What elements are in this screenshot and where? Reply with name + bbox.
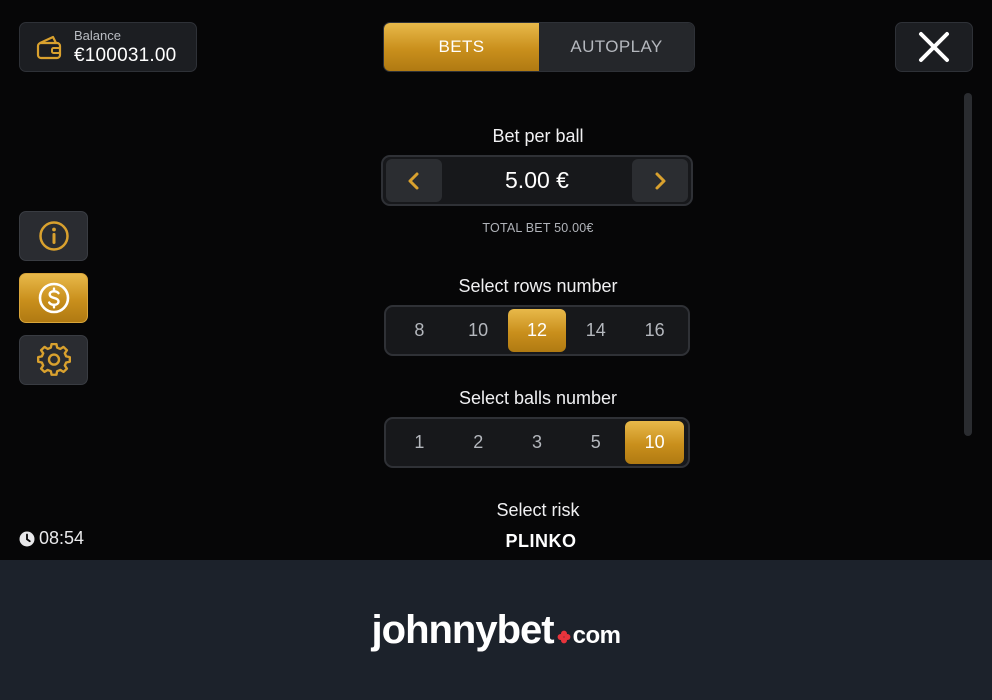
chevron-right-icon: [655, 172, 666, 189]
wallet-icon: [36, 35, 62, 60]
rows-option-16[interactable]: 16: [625, 309, 684, 352]
info-button[interactable]: [19, 211, 88, 261]
mode-tabs: BETS AUTOPLAY: [383, 22, 695, 72]
balls-option-1[interactable]: 1: [390, 421, 449, 464]
rows-option-12[interactable]: 12: [507, 309, 567, 352]
balls-option-5[interactable]: 5: [566, 421, 625, 464]
rows-option-8[interactable]: 8: [390, 309, 449, 352]
tab-autoplay[interactable]: AUTOPLAY: [539, 23, 694, 71]
rows-selector: 8 10 12 14 16: [384, 305, 690, 356]
total-bet: TOTAL BET 50.00€: [482, 221, 594, 235]
close-icon: [919, 32, 949, 62]
balls-option-2[interactable]: 2: [449, 421, 508, 464]
rows-option-14[interactable]: 14: [566, 309, 625, 352]
brand-footer: johnnybet com: [0, 560, 992, 700]
gear-icon: [36, 343, 71, 376]
balls-option-3[interactable]: 3: [508, 421, 567, 464]
brand-tld: com: [572, 621, 621, 649]
brand-logo: johnnybet com: [372, 608, 621, 653]
bet-stepper: 5.00 €: [381, 155, 693, 206]
game-screen: Balance €100031.00 BETS AUTOPLAY Bet per…: [0, 0, 992, 560]
tab-bets[interactable]: BETS: [384, 23, 539, 71]
balls-label: Select balls number: [458, 388, 618, 408]
rows-option-10[interactable]: 10: [449, 309, 508, 352]
brand-name: johnnybet: [371, 607, 555, 652]
info-icon: [38, 221, 69, 251]
bet-value: 5.00 €: [505, 167, 569, 193]
balance-panel: Balance €100031.00: [19, 22, 197, 72]
bet-per-ball-label: Bet per ball: [492, 126, 584, 146]
scrollbar[interactable]: [964, 93, 972, 436]
balance-value: €100031.00: [74, 45, 177, 66]
chevron-left-icon: [408, 172, 419, 189]
close-button[interactable]: [895, 22, 973, 72]
game-name: PLINKO: [505, 531, 577, 551]
clock-time: 08:54: [39, 528, 85, 548]
bet-settings-button[interactable]: [19, 273, 88, 323]
balls-selector: 1 2 3 5 10: [384, 417, 690, 468]
risk-label: Select risk: [496, 500, 580, 520]
decrease-bet-button[interactable]: [386, 159, 442, 202]
balance-label: Balance: [74, 28, 121, 43]
dollar-coin-icon: [38, 282, 69, 314]
rows-label: Select rows number: [458, 276, 618, 296]
clock-icon: [19, 531, 35, 546]
clover-icon: [557, 630, 571, 643]
clock: 08:54: [19, 528, 84, 549]
balls-option-10[interactable]: 10: [625, 421, 684, 464]
increase-bet-button[interactable]: [631, 159, 688, 202]
settings-button[interactable]: [19, 335, 88, 385]
